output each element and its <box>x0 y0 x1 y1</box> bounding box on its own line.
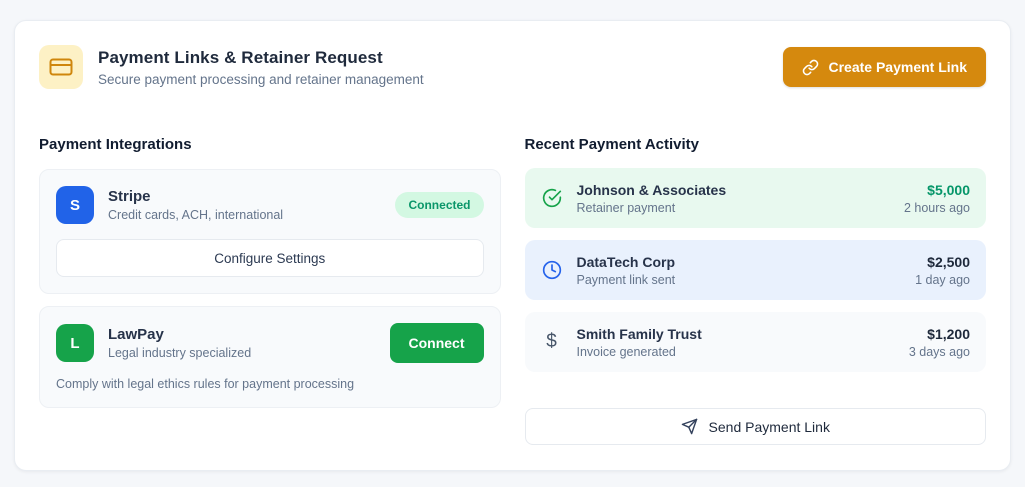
dollar-icon: $ <box>541 331 563 353</box>
check-circle-icon <box>541 188 563 208</box>
activity-detail: Payment link sent <box>577 273 916 287</box>
activity-amount: $5,000 <box>904 182 970 198</box>
activity-amount: $2,500 <box>915 254 970 270</box>
activity-time: 3 days ago <box>909 345 970 359</box>
connect-button[interactable]: Connect <box>390 323 484 363</box>
send-payment-link-button[interactable]: Send Payment Link <box>525 408 987 445</box>
activity-amount-group: $2,500 1 day ago <box>915 254 970 287</box>
payment-integrations-section: Payment Integrations S Stripe Credit car… <box>39 136 501 445</box>
integration-card-lawpay: L LawPay Legal industry specialized Conn… <box>39 306 501 408</box>
stripe-avatar: S <box>56 186 94 224</box>
activity-text: Johnson & Associates Retainer payment <box>577 182 904 215</box>
lawpay-name: LawPay <box>108 326 390 343</box>
stripe-name: Stripe <box>108 188 395 205</box>
activity-section-title: Recent Payment Activity <box>525 136 987 153</box>
activity-amount-group: $5,000 2 hours ago <box>904 182 970 215</box>
payment-links-panel: Payment Links & Retainer Request Secure … <box>14 20 1011 471</box>
activity-client: Smith Family Trust <box>577 326 909 342</box>
stripe-description: Credit cards, ACH, international <box>108 208 395 222</box>
activity-client: DataTech Corp <box>577 254 916 270</box>
activity-text: DataTech Corp Payment link sent <box>577 254 916 287</box>
create-payment-link-button[interactable]: Create Payment Link <box>783 47 987 87</box>
activity-time: 1 day ago <box>915 273 970 287</box>
activity-time: 2 hours ago <box>904 201 970 215</box>
stripe-row: S Stripe Credit cards, ACH, internationa… <box>56 186 484 224</box>
page-title: Payment Links & Retainer Request <box>98 48 424 68</box>
activity-amount-group: $1,200 3 days ago <box>909 326 970 359</box>
page-subtitle: Secure payment processing and retainer m… <box>98 72 424 87</box>
stripe-text: Stripe Credit cards, ACH, international <box>108 188 395 222</box>
activity-row-smith[interactable]: $ Smith Family Trust Invoice generated $… <box>525 312 987 372</box>
lawpay-description: Legal industry specialized <box>108 346 390 360</box>
activity-amount: $1,200 <box>909 326 970 342</box>
activity-text: Smith Family Trust Invoice generated <box>577 326 909 359</box>
activity-row-datatech[interactable]: DataTech Corp Payment link sent $2,500 1… <box>525 240 987 300</box>
link-icon <box>802 59 819 76</box>
connected-status-badge: Connected <box>395 192 483 218</box>
integration-card-stripe: S Stripe Credit cards, ACH, internationa… <box>39 169 501 294</box>
content-columns: Payment Integrations S Stripe Credit car… <box>39 136 986 445</box>
lawpay-text: LawPay Legal industry specialized <box>108 326 390 360</box>
header-text: Payment Links & Retainer Request Secure … <box>98 48 424 87</box>
header-title-group: Payment Links & Retainer Request Secure … <box>39 45 424 89</box>
integrations-section-title: Payment Integrations <box>39 136 501 153</box>
lawpay-row: L LawPay Legal industry specialized Conn… <box>56 323 484 363</box>
activity-row-johnson[interactable]: Johnson & Associates Retainer payment $5… <box>525 168 987 228</box>
lawpay-avatar: L <box>56 324 94 362</box>
credit-card-icon <box>39 45 83 89</box>
activity-client: Johnson & Associates <box>577 182 904 198</box>
lawpay-compliance-note: Comply with legal ethics rules for payme… <box>56 377 484 391</box>
send-payment-link-label: Send Payment Link <box>709 419 830 435</box>
clock-icon <box>541 260 563 280</box>
create-payment-link-label: Create Payment Link <box>829 59 968 75</box>
panel-header: Payment Links & Retainer Request Secure … <box>39 45 986 89</box>
activity-detail: Retainer payment <box>577 201 904 215</box>
send-icon <box>681 418 698 435</box>
activity-detail: Invoice generated <box>577 345 909 359</box>
recent-payment-activity-section: Recent Payment Activity Johnson & Associ… <box>525 136 987 445</box>
configure-settings-button[interactable]: Configure Settings <box>56 239 484 277</box>
